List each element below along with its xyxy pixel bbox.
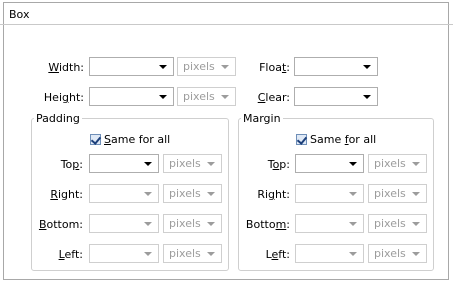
chevron-down-icon — [349, 192, 357, 196]
chevron-down-icon — [207, 192, 215, 196]
chevron-down-icon — [207, 252, 215, 256]
chevron-down-icon — [144, 162, 152, 166]
title-divider — [0, 24, 453, 25]
margin-left-label: Left: — [265, 248, 290, 261]
chevron-down-icon — [207, 162, 215, 166]
chevron-down-icon — [349, 222, 357, 226]
padding-top-value-dropdown[interactable] — [89, 154, 159, 173]
padding-right-units-dropdown: pixels — [163, 184, 222, 203]
chevron-down-icon — [159, 65, 167, 69]
padding-bottom-units-dropdown: pixels — [163, 214, 222, 233]
margin-top-label: Top: — [267, 158, 290, 171]
margin-top-units-dropdown: pixels — [368, 154, 427, 173]
float-label: Float: — [259, 61, 290, 74]
chevron-down-icon — [412, 192, 420, 196]
padding-bottom-label: Bottom: — [38, 218, 83, 231]
padding-top-label: Top: — [60, 158, 83, 171]
margin-bottom-units-dropdown: pixels — [368, 214, 427, 233]
padding-group-label: Padding — [34, 112, 82, 125]
chevron-down-icon — [363, 65, 371, 69]
width-label: Width: — [48, 61, 84, 74]
panel-title: Box — [9, 8, 30, 21]
chevron-down-icon — [349, 162, 357, 166]
padding-same-for-all-checkbox[interactable] — [90, 134, 102, 145]
margin-right-value-dropdown — [295, 184, 364, 203]
padding-same-for-all-label: Same for all — [104, 133, 171, 146]
checkmark-icon — [296, 134, 308, 145]
width-units-dropdown: pixels — [177, 57, 236, 76]
chevron-down-icon — [144, 252, 152, 256]
padding-left-units-dropdown: pixels — [163, 244, 222, 263]
padding-right-label: Right: — [50, 188, 83, 201]
height-value-dropdown[interactable] — [89, 87, 174, 106]
height-units-dropdown: pixels — [177, 87, 236, 106]
checkmark-icon — [90, 134, 102, 145]
margin-left-value-dropdown — [295, 244, 364, 263]
margin-left-units-dropdown: pixels — [368, 244, 427, 263]
height-label: Height: — [43, 91, 84, 104]
chevron-down-icon — [221, 95, 229, 99]
clear-label: Clear: — [257, 91, 290, 104]
margin-bottom-value-dropdown — [295, 214, 364, 233]
chevron-down-icon — [207, 222, 215, 226]
clear-dropdown[interactable] — [294, 87, 378, 106]
margin-right-units-dropdown: pixels — [368, 184, 427, 203]
margin-group-label: Margin — [241, 112, 283, 125]
chevron-down-icon — [144, 222, 152, 226]
chevron-down-icon — [363, 95, 371, 99]
margin-same-for-all-label: Same for all — [310, 133, 377, 146]
padding-left-value-dropdown — [89, 244, 159, 263]
chevron-down-icon — [412, 252, 420, 256]
margin-same-for-all-checkbox[interactable] — [296, 134, 308, 145]
chevron-down-icon — [159, 95, 167, 99]
margin-top-value-dropdown[interactable] — [295, 154, 364, 173]
padding-top-units-dropdown: pixels — [163, 154, 222, 173]
padding-left-label: Left: — [58, 248, 83, 261]
float-dropdown[interactable] — [294, 57, 378, 76]
padding-bottom-value-dropdown — [89, 214, 159, 233]
margin-bottom-label: Bottom: — [245, 218, 290, 231]
chevron-down-icon — [349, 252, 357, 256]
padding-right-value-dropdown — [89, 184, 159, 203]
chevron-down-icon — [412, 222, 420, 226]
chevron-down-icon — [144, 192, 152, 196]
margin-right-label: Right: — [257, 188, 290, 201]
chevron-down-icon — [221, 65, 229, 69]
chevron-down-icon — [412, 162, 420, 166]
width-value-dropdown[interactable] — [89, 57, 174, 76]
